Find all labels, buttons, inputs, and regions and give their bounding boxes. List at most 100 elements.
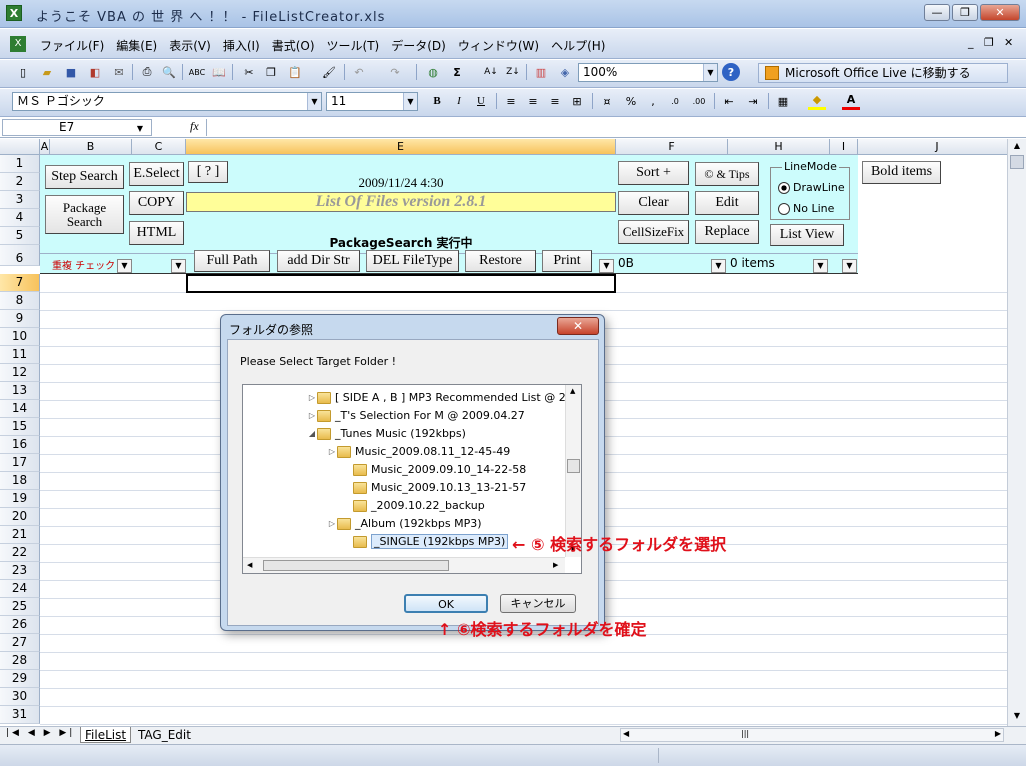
redo-icon[interactable]: ↷: [386, 63, 404, 81]
full-path-button[interactable]: Full Path: [194, 250, 270, 272]
row-header[interactable]: 27: [0, 634, 40, 652]
permission-icon[interactable]: ◧: [86, 63, 104, 81]
paste-icon[interactable]: 📋: [286, 63, 304, 81]
close-button[interactable]: ✕: [980, 4, 1020, 21]
list-view-button[interactable]: List View: [770, 224, 844, 246]
tab-filelist[interactable]: FileList: [80, 727, 132, 743]
row-header[interactable]: 14: [0, 400, 40, 418]
col-header-b[interactable]: B: [50, 139, 132, 155]
filter-dropdown-h[interactable]: ▼: [813, 259, 828, 273]
bold-icon[interactable]: B: [428, 92, 446, 110]
tree-folder-item[interactable]: ▷ [ SIDE A , B ] MP3 Recommended List @ 2: [307, 389, 566, 407]
restore-button[interactable]: ❐: [952, 4, 978, 21]
drawing-icon[interactable]: ◈: [556, 63, 574, 81]
comma-icon[interactable]: ,: [644, 92, 662, 110]
minimize-button[interactable]: —: [924, 4, 950, 21]
percent-icon[interactable]: %: [622, 92, 640, 110]
align-center-icon[interactable]: ≡: [524, 92, 542, 110]
noline-radio[interactable]: No Line: [778, 202, 834, 215]
tree-folder-item[interactable]: ▷ _T's Selection For M @ 2009.04.27: [307, 407, 525, 425]
merge-icon[interactable]: ⊞: [568, 92, 586, 110]
fill-color-icon[interactable]: ◆: [808, 92, 826, 110]
scroll-right-icon[interactable]: ▶: [995, 729, 1001, 738]
row-header[interactable]: 11: [0, 346, 40, 364]
cellsizefix-button[interactable]: CellSizeFix: [618, 220, 689, 244]
col-header-e[interactable]: E: [186, 139, 616, 155]
cancel-button[interactable]: キャンセル: [500, 594, 576, 613]
filter-dropdown-f[interactable]: ▼: [711, 259, 726, 273]
doc-close-icon[interactable]: ✕: [1004, 36, 1013, 49]
borders-icon[interactable]: ▦: [774, 92, 792, 110]
tree-scroll-thumb[interactable]: [567, 459, 580, 473]
del-filetype-button[interactable]: DEL FileType: [366, 250, 459, 272]
font-color-icon[interactable]: A: [842, 92, 860, 110]
autosum-icon[interactable]: Σ: [448, 63, 466, 81]
format-painter-icon[interactable]: 🖌: [320, 63, 338, 81]
sort-desc-icon[interactable]: Z↓: [504, 63, 522, 81]
zoom-select[interactable]: 100% ▼: [578, 63, 718, 82]
print-button[interactable]: Print: [542, 250, 592, 272]
open-icon[interactable]: ▰: [38, 63, 56, 81]
save-icon[interactable]: ■: [62, 63, 80, 81]
tree-scroll-left-icon[interactable]: ◀: [247, 561, 252, 569]
doc-min-icon[interactable]: _: [968, 36, 974, 49]
research-icon[interactable]: 📖: [210, 63, 228, 81]
scroll-left-icon[interactable]: ◀: [623, 729, 629, 738]
cut-icon[interactable]: ✂: [240, 63, 258, 81]
expand-icon[interactable]: ▷: [307, 407, 317, 425]
row-header[interactable]: 10: [0, 328, 40, 346]
expand-icon[interactable]: ▷: [307, 389, 317, 407]
row-header[interactable]: 9: [0, 310, 40, 328]
filter-dropdown-c[interactable]: ▼: [171, 259, 186, 273]
bold-items-button[interactable]: Bold items: [862, 161, 941, 184]
menu-item[interactable]: 表示(V): [169, 37, 211, 54]
col-header-i[interactable]: I: [830, 139, 858, 155]
row-header[interactable]: 23: [0, 562, 40, 580]
tree-folder-item[interactable]: _SINGLE (192kbps MP3): [343, 533, 509, 551]
row-header[interactable]: 6: [0, 245, 40, 266]
row-header[interactable]: 1: [0, 155, 40, 173]
expand-icon[interactable]: ▷: [327, 443, 337, 461]
filter-dropdown-e[interactable]: ▼: [599, 259, 614, 273]
tree-folder-item[interactable]: Music_2009.10.13_13-21-57: [343, 479, 526, 497]
sort-asc-icon[interactable]: A↓: [482, 63, 500, 81]
menu-item[interactable]: ファイル(F): [40, 37, 104, 54]
menu-item[interactable]: データ(D): [391, 37, 446, 54]
replace-button[interactable]: Replace: [695, 220, 759, 244]
e-select-button[interactable]: E.Select: [129, 162, 184, 186]
row-header[interactable]: 8: [0, 292, 40, 310]
col-header-h[interactable]: H: [728, 139, 830, 155]
selected-cell[interactable]: [186, 274, 616, 293]
outdent-icon[interactable]: ⇤: [720, 92, 738, 110]
tab-nav-icons[interactable]: |◀ ◀ ▶ ▶|: [6, 728, 75, 738]
hyperlink-icon[interactable]: ◍: [424, 63, 442, 81]
select-all[interactable]: [0, 139, 40, 155]
html-button[interactable]: HTML: [129, 221, 184, 245]
row-header[interactable]: 25: [0, 598, 40, 616]
tab-tag-edit[interactable]: TAG_Edit: [134, 727, 195, 743]
scroll-thumb[interactable]: [1010, 155, 1024, 169]
tree-folder-item[interactable]: Music_2009.09.10_14-22-58: [343, 461, 526, 479]
font-select[interactable]: ＭＳ Ｐゴシック ▼: [12, 92, 322, 111]
email-icon[interactable]: ✉: [110, 63, 128, 81]
office-live-link[interactable]: Microsoft Office Live に移動する: [758, 63, 1008, 83]
tree-folder-item[interactable]: ▷ Music_2009.08.11_12-45-49: [327, 443, 510, 461]
expand-icon[interactable]: ▷: [327, 515, 337, 533]
row-header[interactable]: 18: [0, 472, 40, 490]
row-header[interactable]: 30: [0, 688, 40, 706]
align-right-icon[interactable]: ≡: [546, 92, 564, 110]
horizontal-scrollbar[interactable]: ◀ ||| ▶: [620, 728, 1004, 742]
row-header[interactable]: 5: [0, 227, 40, 245]
expand-icon[interactable]: ◢: [307, 425, 317, 443]
tree-hscroll[interactable]: ◀ ▶: [243, 557, 565, 573]
package-search-button[interactable]: Package Search: [45, 195, 124, 234]
menu-item[interactable]: 挿入(I): [223, 37, 260, 54]
tree-folder-item[interactable]: ▷ _Album (192kbps MP3): [327, 515, 482, 533]
clear-button[interactable]: Clear: [618, 191, 689, 215]
print-icon[interactable]: ⎙: [138, 63, 156, 81]
spelling-icon[interactable]: ABC: [188, 63, 206, 81]
step-search-button[interactable]: Step Search: [45, 165, 124, 189]
formula-input[interactable]: [206, 119, 1024, 136]
row-header[interactable]: 15: [0, 418, 40, 436]
doc-restore-icon[interactable]: ❐: [984, 36, 994, 49]
